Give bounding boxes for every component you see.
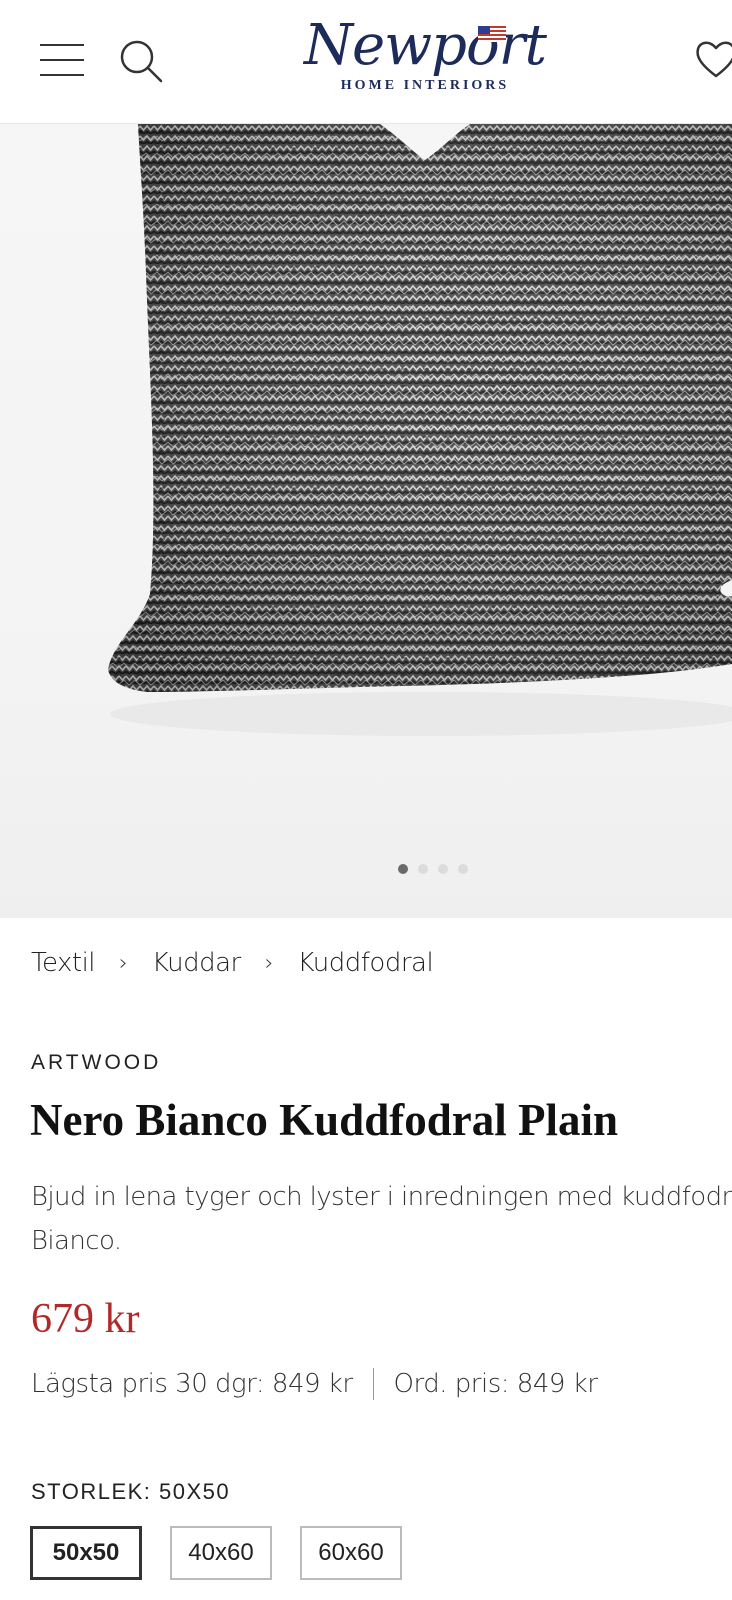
size-label: STORLEK: 50X50 [31,1479,231,1504]
product-image-cushion [108,124,732,736]
size-option-60x60[interactable]: 60x60 [300,1526,402,1580]
price-divider [372,1368,374,1400]
breadcrumb-kuddar[interactable]: Kuddar [152,948,241,978]
product-title: Nero Bianco Kuddfodral Plain [30,1095,618,1145]
gallery-dot[interactable] [458,864,468,874]
chevron-right-icon: › [119,950,128,976]
description-line: Bianco. [31,1226,122,1256]
product-description: Bjud in lena tyger och lyster i inrednin… [31,1175,732,1263]
ordinary-price: Ord. pris: 849 kr [393,1369,598,1399]
site-logo[interactable]: Newport HOME INTERIORS [300,14,550,110]
breadcrumb: Textil › Kuddar › Kuddfodral [31,948,434,978]
logo-wordmark: Newport [304,13,547,78]
us-flag-icon [478,26,506,42]
menu-bar [40,44,84,46]
product-price: 679 kr [31,1296,140,1342]
menu-bar [40,74,84,76]
gallery-dot-active[interactable] [398,864,408,874]
lowest-price-30-days: Lägsta pris 30 dgr: 849 kr [31,1369,353,1399]
gallery-dot[interactable] [418,864,428,874]
logo-tagline: HOME INTERIORS [340,78,510,93]
size-selector: 50x50 40x60 60x60 [30,1526,402,1580]
wishlist-heart-icon[interactable] [694,38,732,80]
chevron-right-icon: › [264,950,274,976]
gallery-pagination [398,864,468,876]
breadcrumb-kuddfodral[interactable]: Kuddfodral [298,948,434,978]
product-brand[interactable]: ARTWOOD [31,1051,161,1075]
breadcrumb-textil[interactable]: Textil [31,948,96,978]
price-history: Lägsta pris 30 dgr: 849 kr Ord. pris: 84… [31,1368,598,1400]
gallery-dot[interactable] [438,864,448,874]
hamburger-menu-icon[interactable] [40,42,84,78]
product-image-gallery[interactable] [0,124,732,918]
description-line: Bjud in lena tyger och lyster i inrednin… [31,1182,732,1212]
site-header: Newport HOME INTERIORS [0,0,732,124]
size-option-50x50[interactable]: 50x50 [30,1526,142,1580]
size-option-40x60[interactable]: 40x60 [170,1526,272,1580]
menu-bar [40,59,84,61]
search-icon[interactable] [118,38,164,84]
